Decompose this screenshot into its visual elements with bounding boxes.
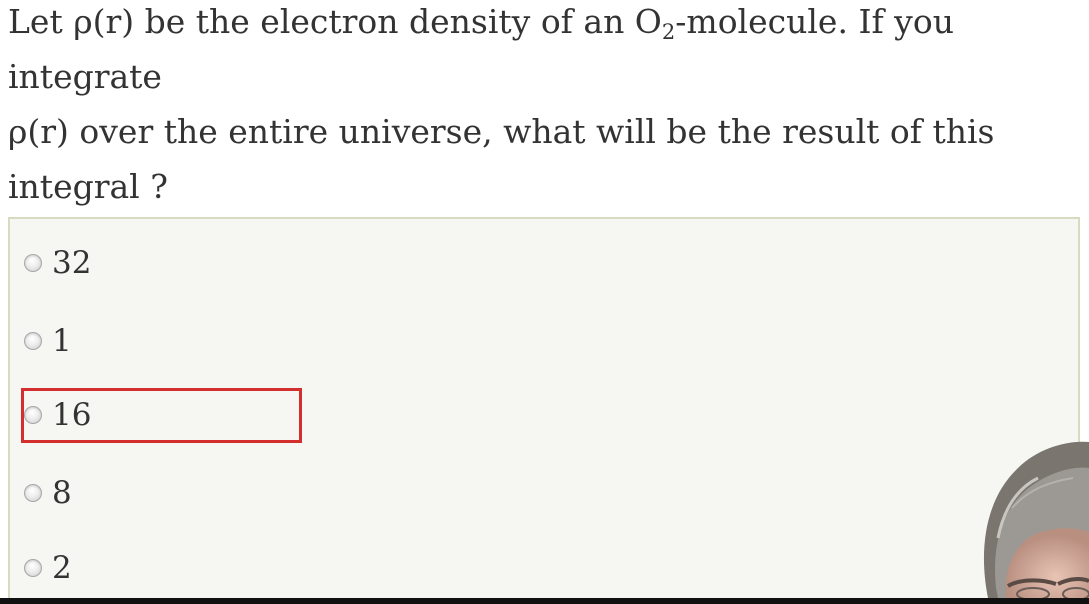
presenter-webcam-overlay [978,438,1089,598]
answer-option-8[interactable]: 8 [24,473,72,513]
radio-button[interactable] [24,484,42,502]
answer-option-label: 1 [52,323,72,359]
answer-option-2[interactable]: 2 [24,548,72,588]
radio-button[interactable] [24,406,42,424]
answer-option-label: 32 [52,245,92,281]
presenter-face-image [983,441,1089,598]
radio-button[interactable] [24,332,42,350]
answer-option-label: 8 [52,475,72,511]
answer-option-label: 2 [52,550,72,586]
answer-option-label: 16 [52,397,92,433]
question-line1-part1: Let ρ(r) be the electron density of an O [8,2,662,41]
answer-option-16[interactable]: 16 [24,395,91,435]
bottom-border-bar [0,598,1089,604]
radio-button[interactable] [24,559,42,577]
answer-option-32[interactable]: 32 [24,243,91,283]
question-subscript: 2 [661,20,676,44]
answer-options-panel: 32 1 16 8 2 [8,217,1080,604]
question-line3: integral ? [8,167,168,206]
answer-option-1[interactable]: 1 [24,321,72,361]
question-text: Let ρ(r) be the electron density of an O… [8,0,1088,214]
radio-button[interactable] [24,254,42,272]
question-line2: ρ(r) over the entire universe, what will… [8,112,995,151]
